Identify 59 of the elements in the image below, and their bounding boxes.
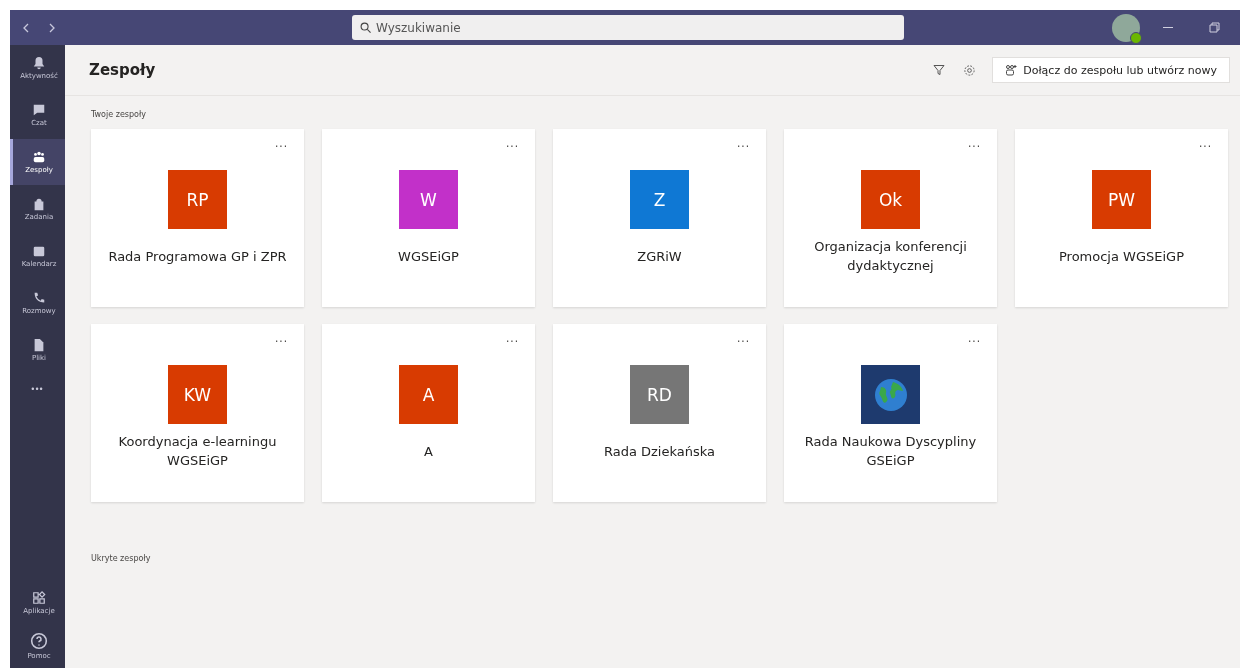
team-name: A [423,442,434,461]
team-initials: PW [1092,170,1151,229]
team-name: Rada Dziekańska [602,442,717,461]
file-icon [32,338,46,352]
team-card[interactable]: ... Rada Naukowa Dyscypliny GSEiGP [784,324,997,502]
more-options-button[interactable]: ... [731,135,756,151]
more-options-button[interactable]: ... [269,135,294,151]
team-name: Rada Naukowa Dyscypliny GSEiGP [803,433,978,470]
people-add-icon [1005,64,1018,76]
team-card[interactable]: ... KW Koordynacja e-learningu WGSEiGP [91,324,304,502]
team-card[interactable]: ... RP Rada Programowa GP i ZPR [91,129,304,307]
more-options-button[interactable]: ... [269,330,294,346]
more-options-button[interactable]: ... [500,330,525,346]
minimize-icon [1163,26,1173,29]
phone-icon [32,291,46,305]
team-initials: KW [168,365,227,424]
team-name: Koordynacja e-learningu WGSEiGP [117,433,278,470]
bell-icon [32,56,46,70]
more-apps-button[interactable]: ••• [10,374,65,404]
people-icon [32,150,46,164]
more-options-button[interactable]: ... [500,135,525,151]
section-title: Ukryte zespoły [91,554,152,563]
team-card[interactable]: ... Ok Organizacja konferencji dydaktycznej [784,129,997,307]
team-initials: W [399,170,458,229]
filter-button[interactable] [931,62,948,78]
team-initials: RD [630,365,689,424]
team-card[interactable]: ... RD Rada Dziekańska [553,324,766,502]
team-initials: Z [630,170,689,229]
forward-icon [48,22,56,33]
team-name: Rada Programowa GP i ZPR [107,247,288,266]
settings-icon [963,63,977,77]
back-icon [22,22,30,33]
team-initials: Ok [861,170,920,229]
team-name: Organizacja konferencji dydaktycznej [813,238,968,275]
team-card[interactable]: ... A A [322,324,535,502]
restore-icon [1208,22,1220,33]
chat-icon [32,103,46,117]
team-initials: A [399,365,458,424]
avatar[interactable] [1112,13,1140,42]
help-icon [30,632,48,650]
team-name: ZGRiW [636,247,683,266]
team-name: Promocja WGSEiGP [1058,247,1185,266]
team-card[interactable]: ... W WGSEiGP [322,129,535,307]
page-title: Zespoły [89,61,156,79]
more-options-button[interactable]: ... [962,135,987,151]
team-initials: RP [168,170,227,229]
more-options-button[interactable]: ... [731,330,756,346]
apps-icon [32,591,46,605]
search-field[interactable]: Wyszukiwanie [352,15,904,40]
globe-icon [872,376,909,413]
team-card[interactable]: ... Z ZGRiW [553,129,766,307]
search-icon [360,22,371,33]
section-title: Twoje zespoły [91,110,147,119]
join-team-button[interactable]: Dołącz do zespołu lub utwórz nowy [992,57,1230,83]
more-options-button[interactable]: ... [1193,135,1218,151]
filter-icon [933,64,946,76]
team-name: WGSEiGP [397,247,460,266]
more-options-button[interactable]: ... [962,330,987,346]
team-card[interactable]: ... PW Promocja WGSEiGP [1015,129,1228,307]
